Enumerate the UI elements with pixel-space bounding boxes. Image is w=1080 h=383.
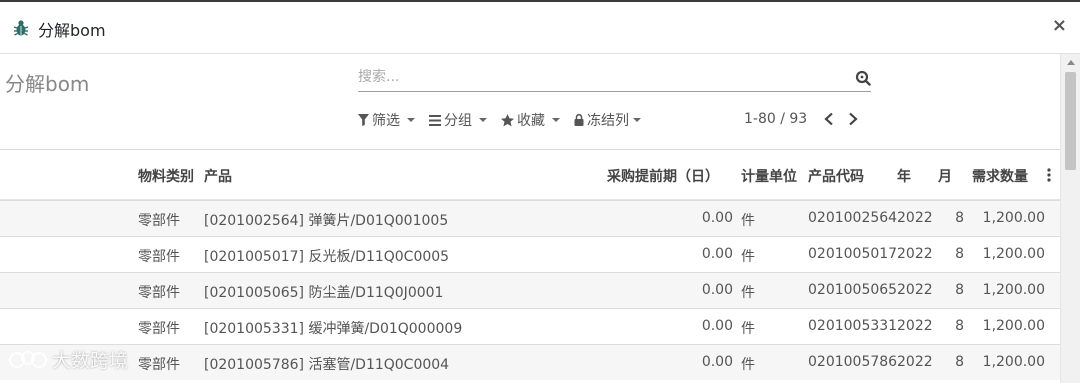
filter-dropdown[interactable]: 筛选 [358,110,415,130]
favorites-dropdown[interactable]: 收藏 [501,110,560,130]
cell-month: 8 [955,318,964,334]
table-row[interactable]: 零部件 [0201005017] 反光板/D11Q0C0005 0.00 件 0… [0,236,1060,272]
pager: 1-80 / 93 [744,111,859,127]
watermark-logo-icon [9,350,47,368]
scrollbar-thumb[interactable] [1065,72,1076,170]
column-options-icon[interactable] [1046,168,1052,182]
vertical-scrollbar[interactable] [1060,54,1080,383]
star-icon [501,113,514,126]
cell-category: 零部件 [138,321,180,337]
cell-uom: 件 [741,213,755,229]
column-header-product[interactable]: 产品 [204,166,232,186]
table-header: 物料类别 产品 采购提前期（日） 计量单位 产品代码 年 月 需求数量 [0,150,1060,200]
cell-month: 8 [955,282,964,298]
cell-uom: 件 [741,357,755,373]
column-header-month[interactable]: 月 [938,166,952,186]
freeze-columns-dropdown[interactable]: 冻结列 [574,110,641,130]
cell-year: 2022 [897,282,933,298]
cell-month: 8 [955,354,964,370]
cell-lead-time: 0.00 [701,318,733,334]
filter-label: 筛选 [372,113,400,129]
caret-down-icon [407,118,415,122]
cell-quantity: 1,200.00 [982,246,1045,262]
watermark-text: 大数跨境 [52,350,129,372]
cell-quantity: 1,200.00 [982,282,1045,298]
freeze-columns-label: 冻结列 [587,113,629,129]
cell-product-code: 0201002564 [808,210,898,226]
column-header-uom[interactable]: 计量单位 [741,166,797,186]
groupby-label: 分组 [444,113,472,129]
search-input[interactable] [358,64,838,90]
control-panel: 分解bom 筛选 分组 收藏 冻结列 1-8 [0,54,1060,150]
pager-previous-button[interactable] [823,112,835,126]
cell-year: 2022 [897,210,933,226]
chevron-left-icon [824,112,833,126]
caret-down-icon [552,118,560,122]
groupby-dropdown[interactable]: 分组 [429,110,487,130]
cell-lead-time: 0.00 [701,282,733,298]
bug-icon [13,20,29,36]
cell-quantity: 1,200.00 [982,318,1045,334]
cell-uom: 件 [741,249,755,265]
column-header-lead-time[interactable]: 采购提前期（日） [607,166,719,186]
cell-month: 8 [955,246,964,262]
close-button[interactable]: × [1052,15,1067,36]
cell-product-code: 0201005065 [808,282,898,298]
pager-next-button[interactable] [847,112,859,126]
cell-product-code: 0201005786 [808,354,898,370]
table-row[interactable]: 零部件 [0201002564] 弹簧片/D01Q001005 0.00 件 0… [0,200,1060,236]
cell-lead-time: 0.00 [701,210,733,226]
cell-lead-time: 0.00 [701,354,733,370]
filter-icon [358,114,369,126]
caret-down-icon [633,118,641,122]
search-icon[interactable] [855,70,871,86]
cell-category: 零部件 [138,357,180,373]
cell-quantity: 1,200.00 [982,354,1045,370]
cell-product: [0201005017] 反光板/D11Q0C0005 [204,249,450,265]
cell-category: 零部件 [138,249,180,265]
cell-uom: 件 [741,321,755,337]
breadcrumb: 分解bom [5,72,90,96]
list-table: 物料类别 产品 采购提前期（日） 计量单位 产品代码 年 月 需求数量 零部件 … [0,150,1060,383]
cell-product-code: 0201005017 [808,246,898,262]
table-row[interactable]: 零部件 [0201005065] 防尘盖/D11Q0J0001 0.00 件 0… [0,272,1060,308]
scroll-up-icon[interactable] [1067,60,1075,65]
table-row[interactable]: 零部件 [0201005786] 活塞管/D11Q0C0004 0.00 件 0… [0,344,1060,380]
cell-product-code: 0201005331 [808,318,898,334]
cell-category: 零部件 [138,285,180,301]
cell-year: 2022 [897,318,933,334]
watermark: 大数跨境 [8,346,128,373]
cell-product: [0201002564] 弹簧片/D01Q001005 [204,213,449,229]
chevron-right-icon [849,112,858,126]
modal-header: 分解bom × [0,0,1080,54]
cell-product: [0201005331] 缓冲弹簧/D01Q000009 [204,321,463,337]
cell-month: 8 [955,210,964,226]
lock-icon [574,114,584,126]
caret-down-icon [479,118,487,122]
column-header-quantity[interactable]: 需求数量 [972,166,1028,186]
column-header-year[interactable]: 年 [897,166,911,186]
table-row[interactable]: 零部件 [0201005331] 缓冲弹簧/D01Q000009 0.00 件 … [0,308,1060,344]
cell-year: 2022 [897,246,933,262]
favorites-label: 收藏 [517,113,545,129]
cell-product: [0201005786] 活塞管/D11Q0C0004 [204,357,450,373]
column-header-product-code[interactable]: 产品代码 [808,166,864,186]
search-box [358,64,871,92]
search-options: 筛选 分组 收藏 冻结列 [358,110,641,130]
cell-year: 2022 [897,354,933,370]
pager-value[interactable]: 1-80 / 93 [744,111,807,127]
bars-icon [429,114,441,126]
cell-uom: 件 [741,285,755,301]
cell-category: 零部件 [138,213,180,229]
cell-quantity: 1,200.00 [982,210,1045,226]
modal-title: 分解bom [38,21,106,40]
cell-product: [0201005065] 防尘盖/D11Q0J0001 [204,285,444,301]
column-header-category[interactable]: 物料类别 [138,166,194,186]
cell-lead-time: 0.00 [701,246,733,262]
